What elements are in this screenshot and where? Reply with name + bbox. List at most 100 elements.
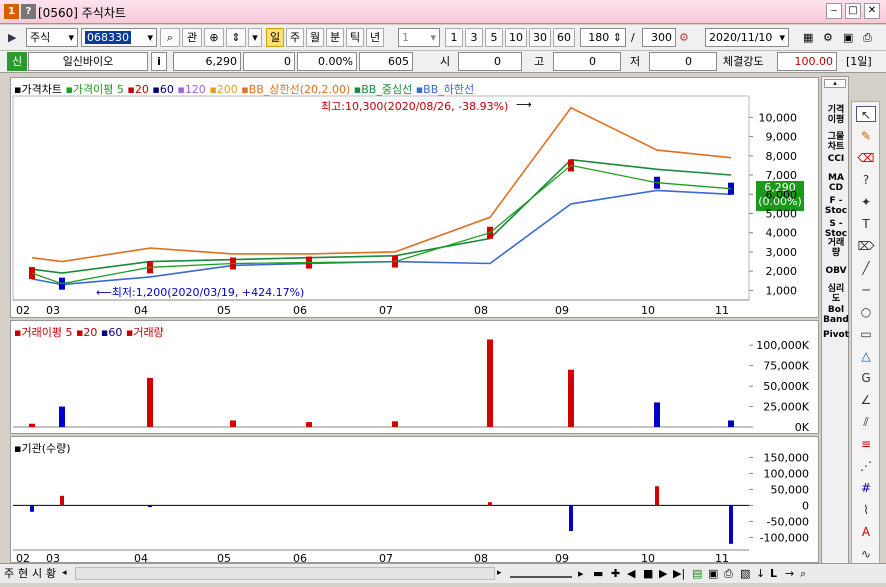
minimize-icon[interactable]: ‒	[826, 3, 842, 19]
total-input[interactable]: 300	[642, 28, 676, 47]
cursor-icon[interactable]: ↖	[856, 106, 876, 122]
help-icon[interactable]: ?	[21, 4, 36, 19]
search-small-icon[interactable]: ⌕	[800, 564, 806, 583]
indicator-5[interactable]: S - Stoc	[822, 219, 850, 239]
print-icon[interactable]: ⎙	[863, 28, 872, 47]
fan-icon[interactable]: ⋰	[856, 458, 876, 474]
indicator-7[interactable]: OBV	[822, 266, 850, 276]
image-icon[interactable]: ▧	[740, 564, 750, 583]
indicator-9[interactable]: Bol Band	[822, 305, 850, 325]
horizontal-scrollbar[interactable]	[75, 567, 495, 580]
tab-period-year[interactable]: 년	[366, 28, 384, 47]
tab-period-minute[interactable]: 분	[326, 28, 344, 47]
tab-period-day[interactable]: 일	[266, 28, 284, 47]
zoom-out-icon[interactable]: ▸	[578, 564, 584, 583]
cycle-icon[interactable]: ⌇	[856, 502, 876, 518]
institution-bar	[729, 505, 733, 544]
refresh-icon[interactable]: ⊕	[204, 28, 224, 47]
bottom-tab-3[interactable]: 시	[32, 564, 42, 583]
date-input[interactable]: 2020/11/10 ▾	[705, 28, 789, 47]
eraser-icon[interactable]: ⌦	[856, 238, 876, 254]
institution-panel[interactable]: ▪기관(수량) 150,000 100,000 50,000 0 -50,000 -100…	[10, 436, 819, 563]
next-icon[interactable]: ▶	[659, 564, 667, 583]
chart-icon[interactable]: ▦	[803, 28, 813, 47]
maximize-icon[interactable]: □	[845, 3, 861, 19]
minute-3-button[interactable]: 3	[465, 28, 483, 47]
minute-1-button[interactable]: 1	[445, 28, 463, 47]
scroll-right-icon[interactable]: ▸	[497, 564, 502, 583]
tab-period-month[interactable]: 월	[306, 28, 324, 47]
line-icon[interactable]: ╱	[856, 260, 876, 276]
price-panel[interactable]: ▪가격차트 ▪가격이평 5 ▪20 ▪60 ▪120 ▪200 ▪BB_상한선(…	[10, 77, 819, 318]
stop-icon[interactable]: ■	[643, 564, 653, 583]
change-rate: 0.00%	[297, 52, 357, 71]
circle-icon[interactable]: ○	[856, 304, 876, 320]
dropdown-icon[interactable]: ▾	[248, 28, 262, 47]
indicator-4[interactable]: F - Stoc	[822, 196, 850, 216]
bottom-tab-4[interactable]: 황	[46, 564, 56, 583]
volume-panel[interactable]: ▪거래이평 5 ▪20 ▪60 ▪거래량 100,000K 75,000K 50,0…	[10, 320, 819, 434]
arrow-right-icon[interactable]: →	[785, 564, 794, 583]
indicator-8[interactable]: 심리 도	[822, 284, 850, 304]
market-select[interactable]: 주식 ▾	[26, 28, 78, 47]
minus-icon[interactable]: ▬	[593, 564, 603, 583]
indicator-3[interactable]: MA CD	[822, 173, 850, 193]
auto-icon[interactable]: A	[856, 524, 876, 540]
print-small-icon[interactable]: ⎙	[724, 564, 733, 583]
plus-icon[interactable]: ✚	[611, 564, 620, 583]
bb-line-2	[31, 189, 732, 286]
indicator-1[interactable]: 그물 차트	[822, 132, 850, 152]
window-number-icon[interactable]: 1	[4, 4, 19, 19]
search-icon[interactable]: ⌕	[160, 28, 180, 47]
bottom-tab-2[interactable]: 현	[18, 564, 28, 583]
period-count-select[interactable]: 1 ▾	[398, 28, 440, 47]
save-icon[interactable]: ▣	[843, 28, 853, 47]
expand-icon[interactable]: ▶	[8, 28, 16, 47]
info-button[interactable]: i	[151, 52, 167, 71]
tab-period-week[interactable]: 주	[286, 28, 304, 47]
minute-5-button[interactable]: 5	[485, 28, 503, 47]
bottom-tab-1[interactable]: 주	[4, 564, 14, 583]
close-icon[interactable]: ✕	[864, 3, 880, 19]
settings-icon[interactable]: ✦	[856, 194, 876, 210]
end-icon[interactable]: ▶|	[673, 564, 685, 583]
volume-bar	[392, 421, 398, 427]
gwan-button[interactable]: 관	[182, 28, 202, 47]
gear-icon[interactable]: ⚙	[823, 28, 833, 47]
text-icon[interactable]: T	[856, 216, 876, 232]
institution-bar	[488, 502, 492, 506]
save-small-icon[interactable]: ▣	[708, 564, 718, 583]
grid-icon[interactable]: #	[856, 480, 876, 496]
count-input[interactable]: 180 ⇕	[580, 28, 626, 47]
rect-icon[interactable]: ▭	[856, 326, 876, 342]
gann-icon[interactable]: G	[856, 370, 876, 386]
indicator-10[interactable]: Pivot	[822, 330, 850, 340]
indicator-scroll-up[interactable]: ▴	[824, 79, 846, 88]
arrow-down-icon[interactable]: ↓	[756, 564, 765, 583]
settings-small-icon[interactable]: ⚙	[679, 28, 689, 47]
question-icon[interactable]: ?	[856, 172, 876, 188]
triangle-icon[interactable]: △	[856, 348, 876, 364]
angle-icon[interactable]: ∠	[856, 392, 876, 408]
price-chart: 10,000 9,000 8,000 7,000 6,000 5,000 4,000 3,00…	[12, 95, 797, 317]
channel-icon[interactable]: ⫽	[856, 414, 876, 430]
wave-icon[interactable]: ∿	[856, 546, 876, 562]
indicator-2[interactable]: CCI	[822, 154, 850, 164]
indicator-0[interactable]: 기격 이평	[822, 105, 850, 125]
code-input[interactable]: 068330 ▾	[81, 28, 157, 47]
tab-scroll-left-icon[interactable]: ◂	[62, 564, 67, 583]
minute-30-button[interactable]: 30	[529, 28, 551, 47]
brush-icon[interactable]: ✎	[856, 128, 876, 144]
tab-period-tick[interactable]: 틱	[346, 28, 364, 47]
line-mode-icon[interactable]: L	[770, 564, 777, 583]
indicator-6[interactable]: 거래 량	[822, 238, 850, 258]
zoom-slider[interactable]	[510, 568, 572, 578]
fibo-icon[interactable]: ≡	[856, 436, 876, 452]
excel-icon[interactable]: ▤	[692, 564, 702, 583]
minute-10-button[interactable]: 10	[505, 28, 527, 47]
prev-icon[interactable]: ◀	[627, 564, 635, 583]
minute-60-button[interactable]: 60	[553, 28, 575, 47]
all-delete-icon[interactable]: ⌫	[856, 150, 876, 166]
hline-icon[interactable]: ─	[856, 282, 876, 298]
updown-icon[interactable]: ⇕	[226, 28, 246, 47]
